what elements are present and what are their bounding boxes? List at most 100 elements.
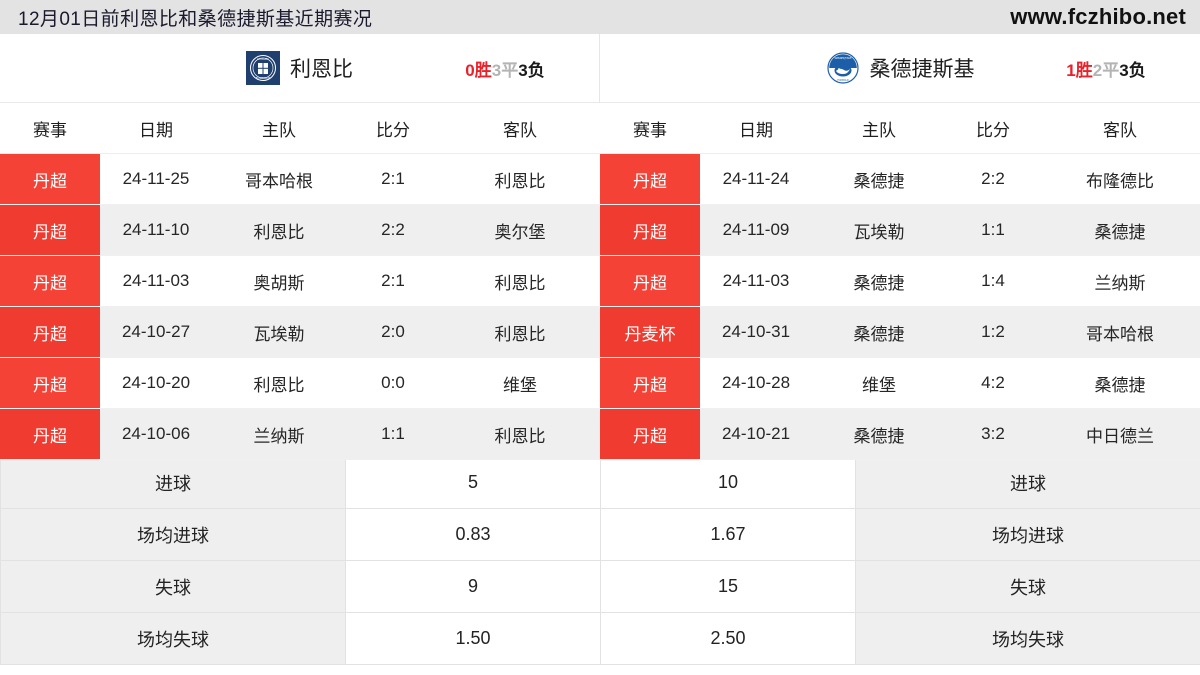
league-badge[interactable]: 丹超	[600, 255, 700, 307]
stat-value-right: 1.67	[600, 508, 856, 561]
stat-label-right: 进球	[855, 456, 1200, 509]
table-row[interactable]: 丹超 24-10-06 兰纳斯 1:1 利恩比	[0, 408, 600, 460]
match-away-team[interactable]: 利恩比	[440, 408, 600, 460]
stats-table: 进球 5 10 进球 场均进球 0.83 1.67 场均进球 失球 9 15 失…	[0, 456, 1200, 665]
stats-section: 进球 5 10 进球 场均进球 0.83 1.67 场均进球 失球 9 15 失…	[0, 456, 1200, 665]
record-wins-right: 1胜	[1066, 60, 1093, 80]
team-identity-left[interactable]: LYNGBY BOLDKLUB 利恩比	[246, 51, 353, 85]
stat-label-left: 场均失球	[0, 612, 346, 665]
table-row[interactable]: 丹麦杯 24-10-31 桑德捷 1:2 哥本哈根	[600, 306, 1200, 358]
match-home-team[interactable]: 利恩比	[212, 204, 346, 256]
match-away-team[interactable]: 奥尔堡	[440, 204, 600, 256]
table-row[interactable]: 丹超 24-10-21 桑德捷 3:2 中日德兰	[600, 408, 1200, 460]
stats-row: 场均失球 1.50 2.50 场均失球	[0, 612, 1200, 665]
match-date: 24-11-03	[100, 255, 212, 307]
column-header-score: 比分	[946, 103, 1040, 154]
match-date: 24-11-09	[700, 204, 812, 256]
table-row[interactable]: 丹超 24-10-20 利恩比 0:0 维堡	[0, 357, 600, 409]
match-away-team[interactable]: 桑德捷	[1040, 204, 1200, 256]
match-home-team[interactable]: 瓦埃勒	[212, 306, 346, 358]
league-badge[interactable]: 丹超	[0, 153, 100, 205]
table-row[interactable]: 丹超 24-11-10 利恩比 2:2 奥尔堡	[0, 204, 600, 256]
match-score[interactable]: 2:1	[346, 255, 440, 307]
league-badge[interactable]: 丹超	[600, 357, 700, 409]
league-badge[interactable]: 丹超	[600, 153, 700, 205]
match-away-team[interactable]: 哥本哈根	[1040, 306, 1200, 358]
league-badge[interactable]: 丹超	[0, 255, 100, 307]
team-panels: LYNGBY BOLDKLUB 利恩比 0胜3平3负 赛事 日期 主队 比分 客…	[0, 34, 1200, 460]
table-row[interactable]: 丹超 24-11-25 哥本哈根 2:1 利恩比	[0, 153, 600, 205]
league-badge[interactable]: 丹麦杯	[600, 306, 700, 358]
match-home-team[interactable]: 哥本哈根	[212, 153, 346, 205]
match-home-team[interactable]: 兰纳斯	[212, 408, 346, 460]
league-badge[interactable]: 丹超	[0, 357, 100, 409]
match-away-team[interactable]: 利恩比	[440, 306, 600, 358]
match-score[interactable]: 3:2	[946, 408, 1040, 460]
match-date: 24-10-20	[100, 357, 212, 409]
team-header-left: LYNGBY BOLDKLUB 利恩比 0胜3平3负	[0, 34, 599, 103]
table-row[interactable]: 丹超 24-11-09 瓦埃勒 1:1 桑德捷	[600, 204, 1200, 256]
stat-value-left: 0.83	[345, 508, 601, 561]
match-score[interactable]: 1:1	[946, 204, 1040, 256]
record-losses-right: 3负	[1119, 60, 1146, 80]
team-panel-left: LYNGBY BOLDKLUB 利恩比 0胜3平3负 赛事 日期 主队 比分 客…	[0, 34, 600, 460]
match-away-team[interactable]: 兰纳斯	[1040, 255, 1200, 307]
match-score[interactable]: 0:0	[346, 357, 440, 409]
team-header-right: SØNDERJYSKE FODBOLD 桑德捷斯基 1胜2平3负	[600, 34, 1200, 103]
column-header-league: 赛事	[0, 103, 100, 154]
match-home-team[interactable]: 瓦埃勒	[812, 204, 946, 256]
table-row[interactable]: 丹超 24-10-27 瓦埃勒 2:0 利恩比	[0, 306, 600, 358]
table-row[interactable]: 丹超 24-11-03 奥胡斯 2:1 利恩比	[0, 255, 600, 307]
stat-label-left: 场均进球	[0, 508, 346, 561]
stat-value-right: 2.50	[600, 612, 856, 665]
match-score[interactable]: 4:2	[946, 357, 1040, 409]
matches-table-left: 赛事 日期 主队 比分 客队 丹超 24-11-25 哥本哈根 2:1 利恩比	[0, 103, 600, 460]
league-badge[interactable]: 丹超	[0, 408, 100, 460]
match-home-team[interactable]: 桑德捷	[812, 306, 946, 358]
column-header-score: 比分	[346, 103, 440, 154]
lyngby-crest-icon: LYNGBY BOLDKLUB	[246, 51, 280, 85]
match-away-team[interactable]: 布隆德比	[1040, 153, 1200, 205]
league-badge[interactable]: 丹超	[0, 204, 100, 256]
svg-text:FODBOLD: FODBOLD	[837, 79, 849, 82]
match-away-team[interactable]: 维堡	[440, 357, 600, 409]
column-header-away: 客队	[440, 103, 600, 154]
table-row[interactable]: 丹超 24-11-24 桑德捷 2:2 布隆德比	[600, 153, 1200, 205]
match-home-team[interactable]: 奥胡斯	[212, 255, 346, 307]
table-row[interactable]: 丹超 24-10-28 维堡 4:2 桑德捷	[600, 357, 1200, 409]
match-date: 24-10-28	[700, 357, 812, 409]
league-badge[interactable]: 丹超	[600, 408, 700, 460]
match-away-team[interactable]: 利恩比	[440, 255, 600, 307]
stat-label-right: 场均失球	[855, 612, 1200, 665]
match-score[interactable]: 1:4	[946, 255, 1040, 307]
league-badge[interactable]: 丹超	[0, 306, 100, 358]
match-home-team[interactable]: 桑德捷	[812, 153, 946, 205]
record-draws-left: 3平	[491, 60, 519, 80]
table-row[interactable]: 丹超 24-11-03 桑德捷 1:4 兰纳斯	[600, 255, 1200, 307]
match-home-team[interactable]: 维堡	[812, 357, 946, 409]
match-score[interactable]: 2:2	[946, 153, 1040, 205]
match-date: 24-10-21	[700, 408, 812, 460]
match-away-team[interactable]: 利恩比	[440, 153, 600, 205]
match-home-team[interactable]: 利恩比	[212, 357, 346, 409]
column-header-date: 日期	[100, 103, 212, 154]
team-name-right: 桑德捷斯基	[869, 58, 975, 81]
match-away-team[interactable]: 中日德兰	[1040, 408, 1200, 460]
match-score[interactable]: 1:2	[946, 306, 1040, 358]
match-date: 24-10-06	[100, 408, 212, 460]
stats-row: 进球 5 10 进球	[0, 456, 1200, 509]
match-home-team[interactable]: 桑德捷	[812, 408, 946, 460]
stat-label-right: 失球	[855, 560, 1200, 613]
stat-value-right: 15	[600, 560, 856, 613]
site-watermark: www.fczhibo.net	[1010, 4, 1186, 29]
match-score[interactable]: 2:0	[346, 306, 440, 358]
match-score[interactable]: 2:2	[346, 204, 440, 256]
league-badge[interactable]: 丹超	[600, 204, 700, 256]
match-away-team[interactable]: 桑德捷	[1040, 357, 1200, 409]
match-date: 24-11-24	[700, 153, 812, 205]
match-home-team[interactable]: 桑德捷	[812, 255, 946, 307]
match-score[interactable]: 1:1	[346, 408, 440, 460]
team-identity-right[interactable]: SØNDERJYSKE FODBOLD 桑德捷斯基	[826, 51, 975, 85]
match-score[interactable]: 2:1	[346, 153, 440, 205]
page-title: 12月01日前利恩比和桑德捷斯基近期赛况	[18, 8, 373, 30]
